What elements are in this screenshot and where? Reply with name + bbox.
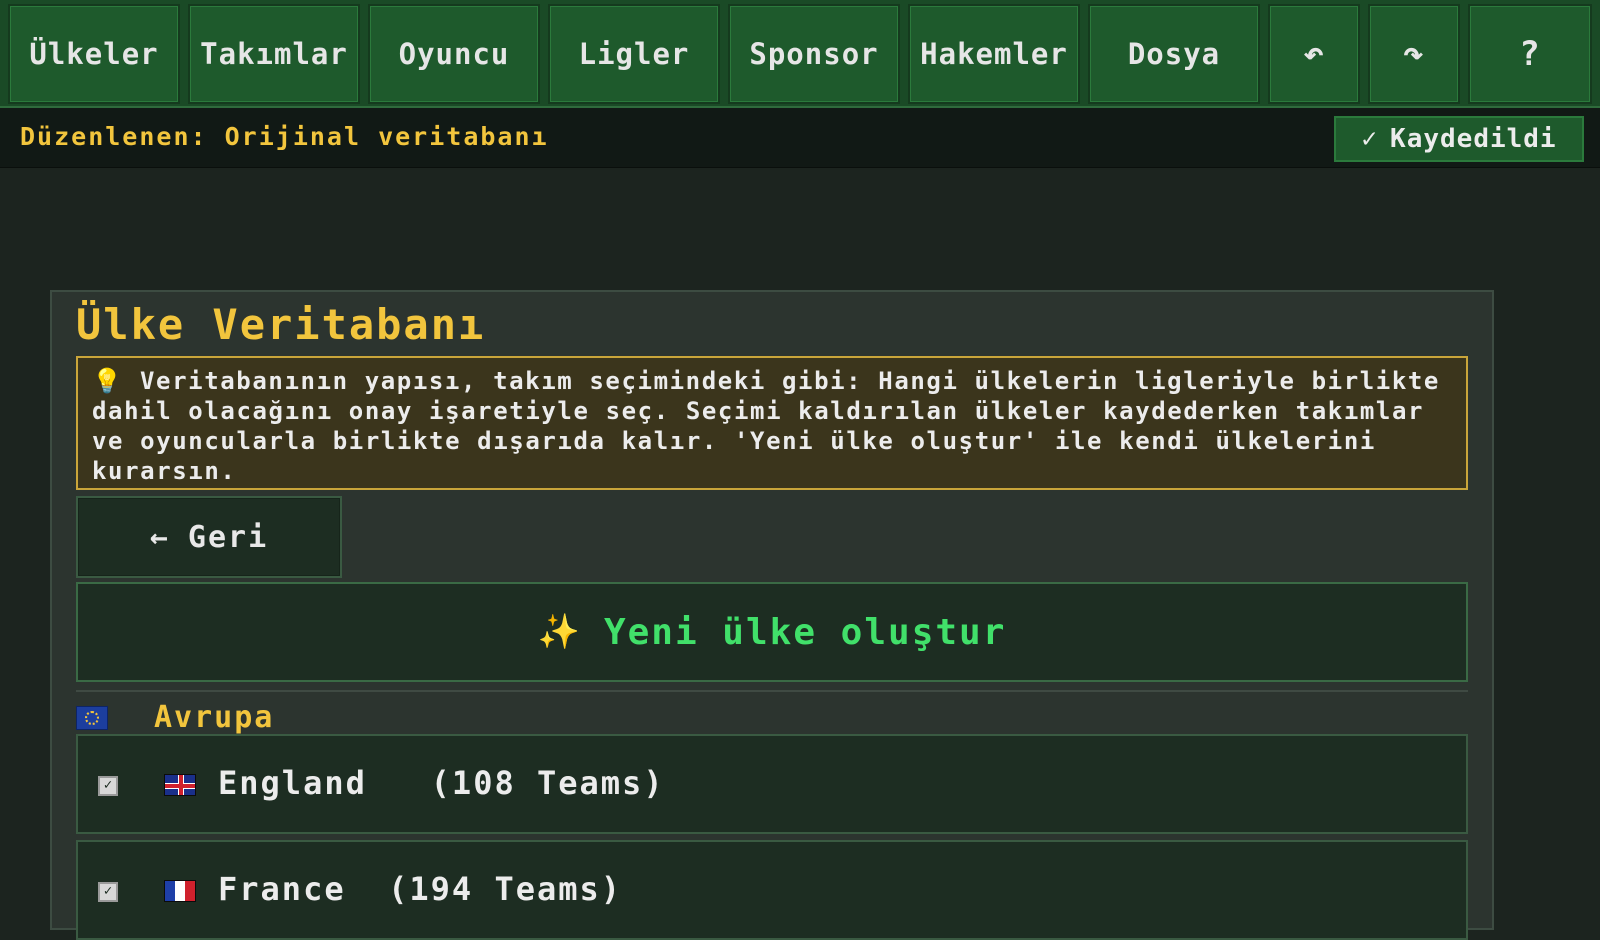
editing-status-text: Düzenlenen: Orijinal veritabanı: [20, 122, 549, 151]
page-title: Ülke Veritabanı: [76, 300, 486, 349]
france-flag-icon: [164, 880, 196, 902]
country-label: England (108 Teams): [218, 764, 665, 802]
back-button-label: Geri: [187, 519, 269, 555]
nav-tab-countries[interactable]: Ülkeler: [8, 4, 180, 104]
info-box: 💡 Veritabanının yapısı, takım seçimindeki…: [76, 356, 1468, 490]
nav-tab-teams[interactable]: Takımlar: [188, 4, 360, 104]
undo-button[interactable]: ↶: [1268, 4, 1360, 104]
country-checkbox[interactable]: ✓: [98, 776, 118, 796]
back-button[interactable]: ← Geri: [76, 496, 342, 578]
region-label: Avrupa: [154, 700, 275, 735]
create-country-button[interactable]: ✨ Yeni ülke oluştur: [76, 582, 1468, 682]
top-navigation-bar: Ülkeler Takımlar Oyuncu Ligler Sponsor H…: [0, 0, 1600, 108]
create-country-label: Yeni ülke oluştur: [603, 611, 1007, 653]
country-name: France: [218, 870, 346, 908]
nav-tab-file[interactable]: Dosya: [1088, 4, 1260, 104]
divider: [76, 690, 1468, 692]
country-label: France (194 Teams): [218, 870, 622, 908]
country-row-england[interactable]: ✓ England (108 Teams): [76, 734, 1468, 834]
sparkles-icon: ✨: [537, 612, 582, 652]
eu-flag-icon: [76, 706, 108, 730]
nav-tab-referees[interactable]: Hakemler: [908, 4, 1080, 104]
uk-flag-icon: [164, 774, 196, 796]
country-checkbox[interactable]: ✓: [98, 882, 118, 902]
redo-button[interactable]: ↷: [1368, 4, 1460, 104]
check-icon: ✓: [1361, 124, 1379, 154]
country-team-count: (108 Teams): [430, 764, 665, 802]
redo-icon: ↷: [1403, 34, 1425, 74]
help-button[interactable]: ?: [1468, 4, 1592, 104]
saved-label: Kaydedildi: [1390, 124, 1557, 154]
country-row-france[interactable]: ✓ France (194 Teams): [76, 840, 1468, 940]
arrow-left-icon: ←: [149, 519, 170, 555]
country-name: England: [218, 764, 367, 802]
info-text: Veritabanının yapısı, takım seçimindeki …: [92, 367, 1440, 485]
nav-tab-leagues[interactable]: Ligler: [548, 4, 720, 104]
undo-icon: ↶: [1303, 34, 1325, 74]
lightbulb-icon: 💡: [92, 367, 124, 395]
nav-tab-players[interactable]: Oyuncu: [368, 4, 540, 104]
saved-status-badge: ✓ Kaydedildi: [1334, 116, 1584, 162]
country-team-count: (194 Teams): [388, 870, 623, 908]
help-icon: ?: [1519, 34, 1541, 74]
nav-tab-sponsor[interactable]: Sponsor: [728, 4, 900, 104]
